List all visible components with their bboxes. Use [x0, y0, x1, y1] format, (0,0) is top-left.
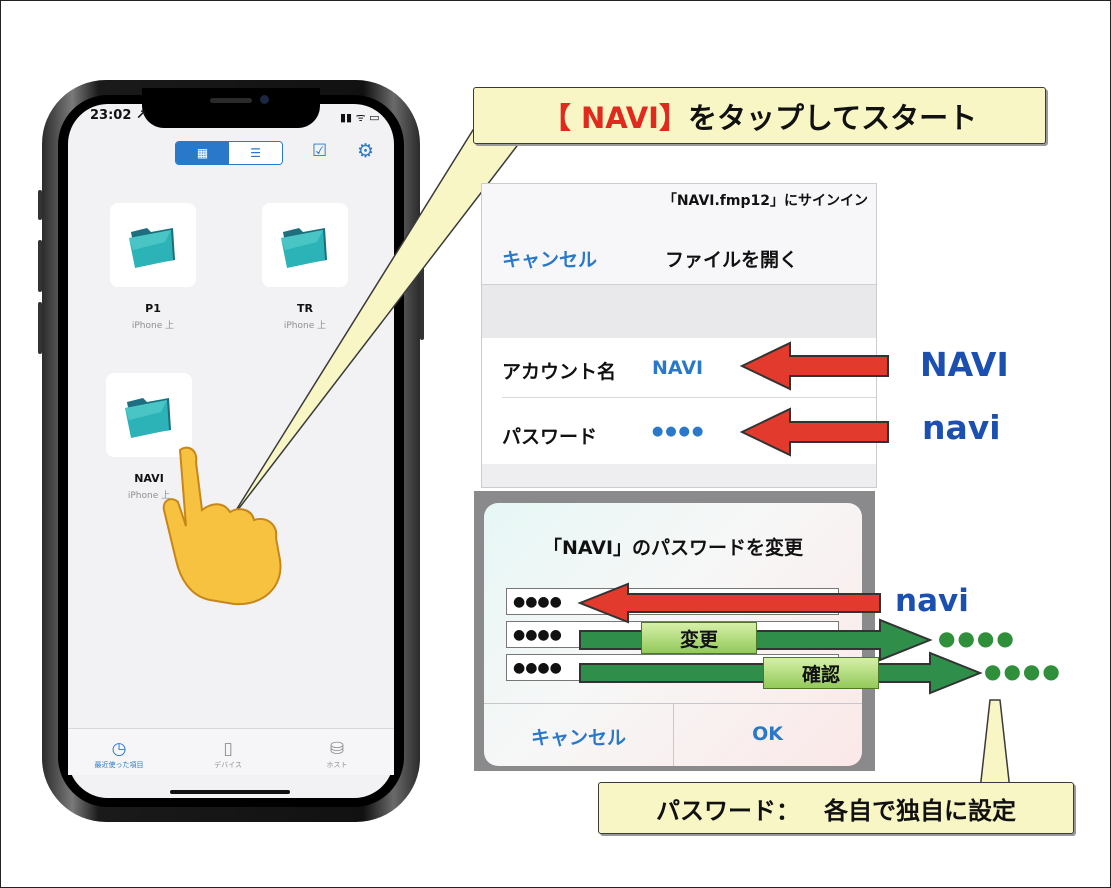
new-password-dots: ●●●●: [938, 626, 1016, 650]
dialog-arrows: [577, 582, 1011, 791]
old-password-hint: navi: [895, 583, 969, 619]
red-arrow-old-password: [577, 582, 881, 624]
note-pointer: [979, 699, 1011, 791]
note-text: 各自で独自に設定: [824, 796, 1016, 825]
password-note: パスワード： 各自で独自に設定: [598, 782, 1074, 834]
note-label: パスワード：: [656, 796, 800, 825]
confirm-tag: 確認: [763, 657, 879, 689]
confirm-password-dots: ●●●●: [984, 659, 1062, 683]
change-tag: 変更: [641, 622, 757, 654]
